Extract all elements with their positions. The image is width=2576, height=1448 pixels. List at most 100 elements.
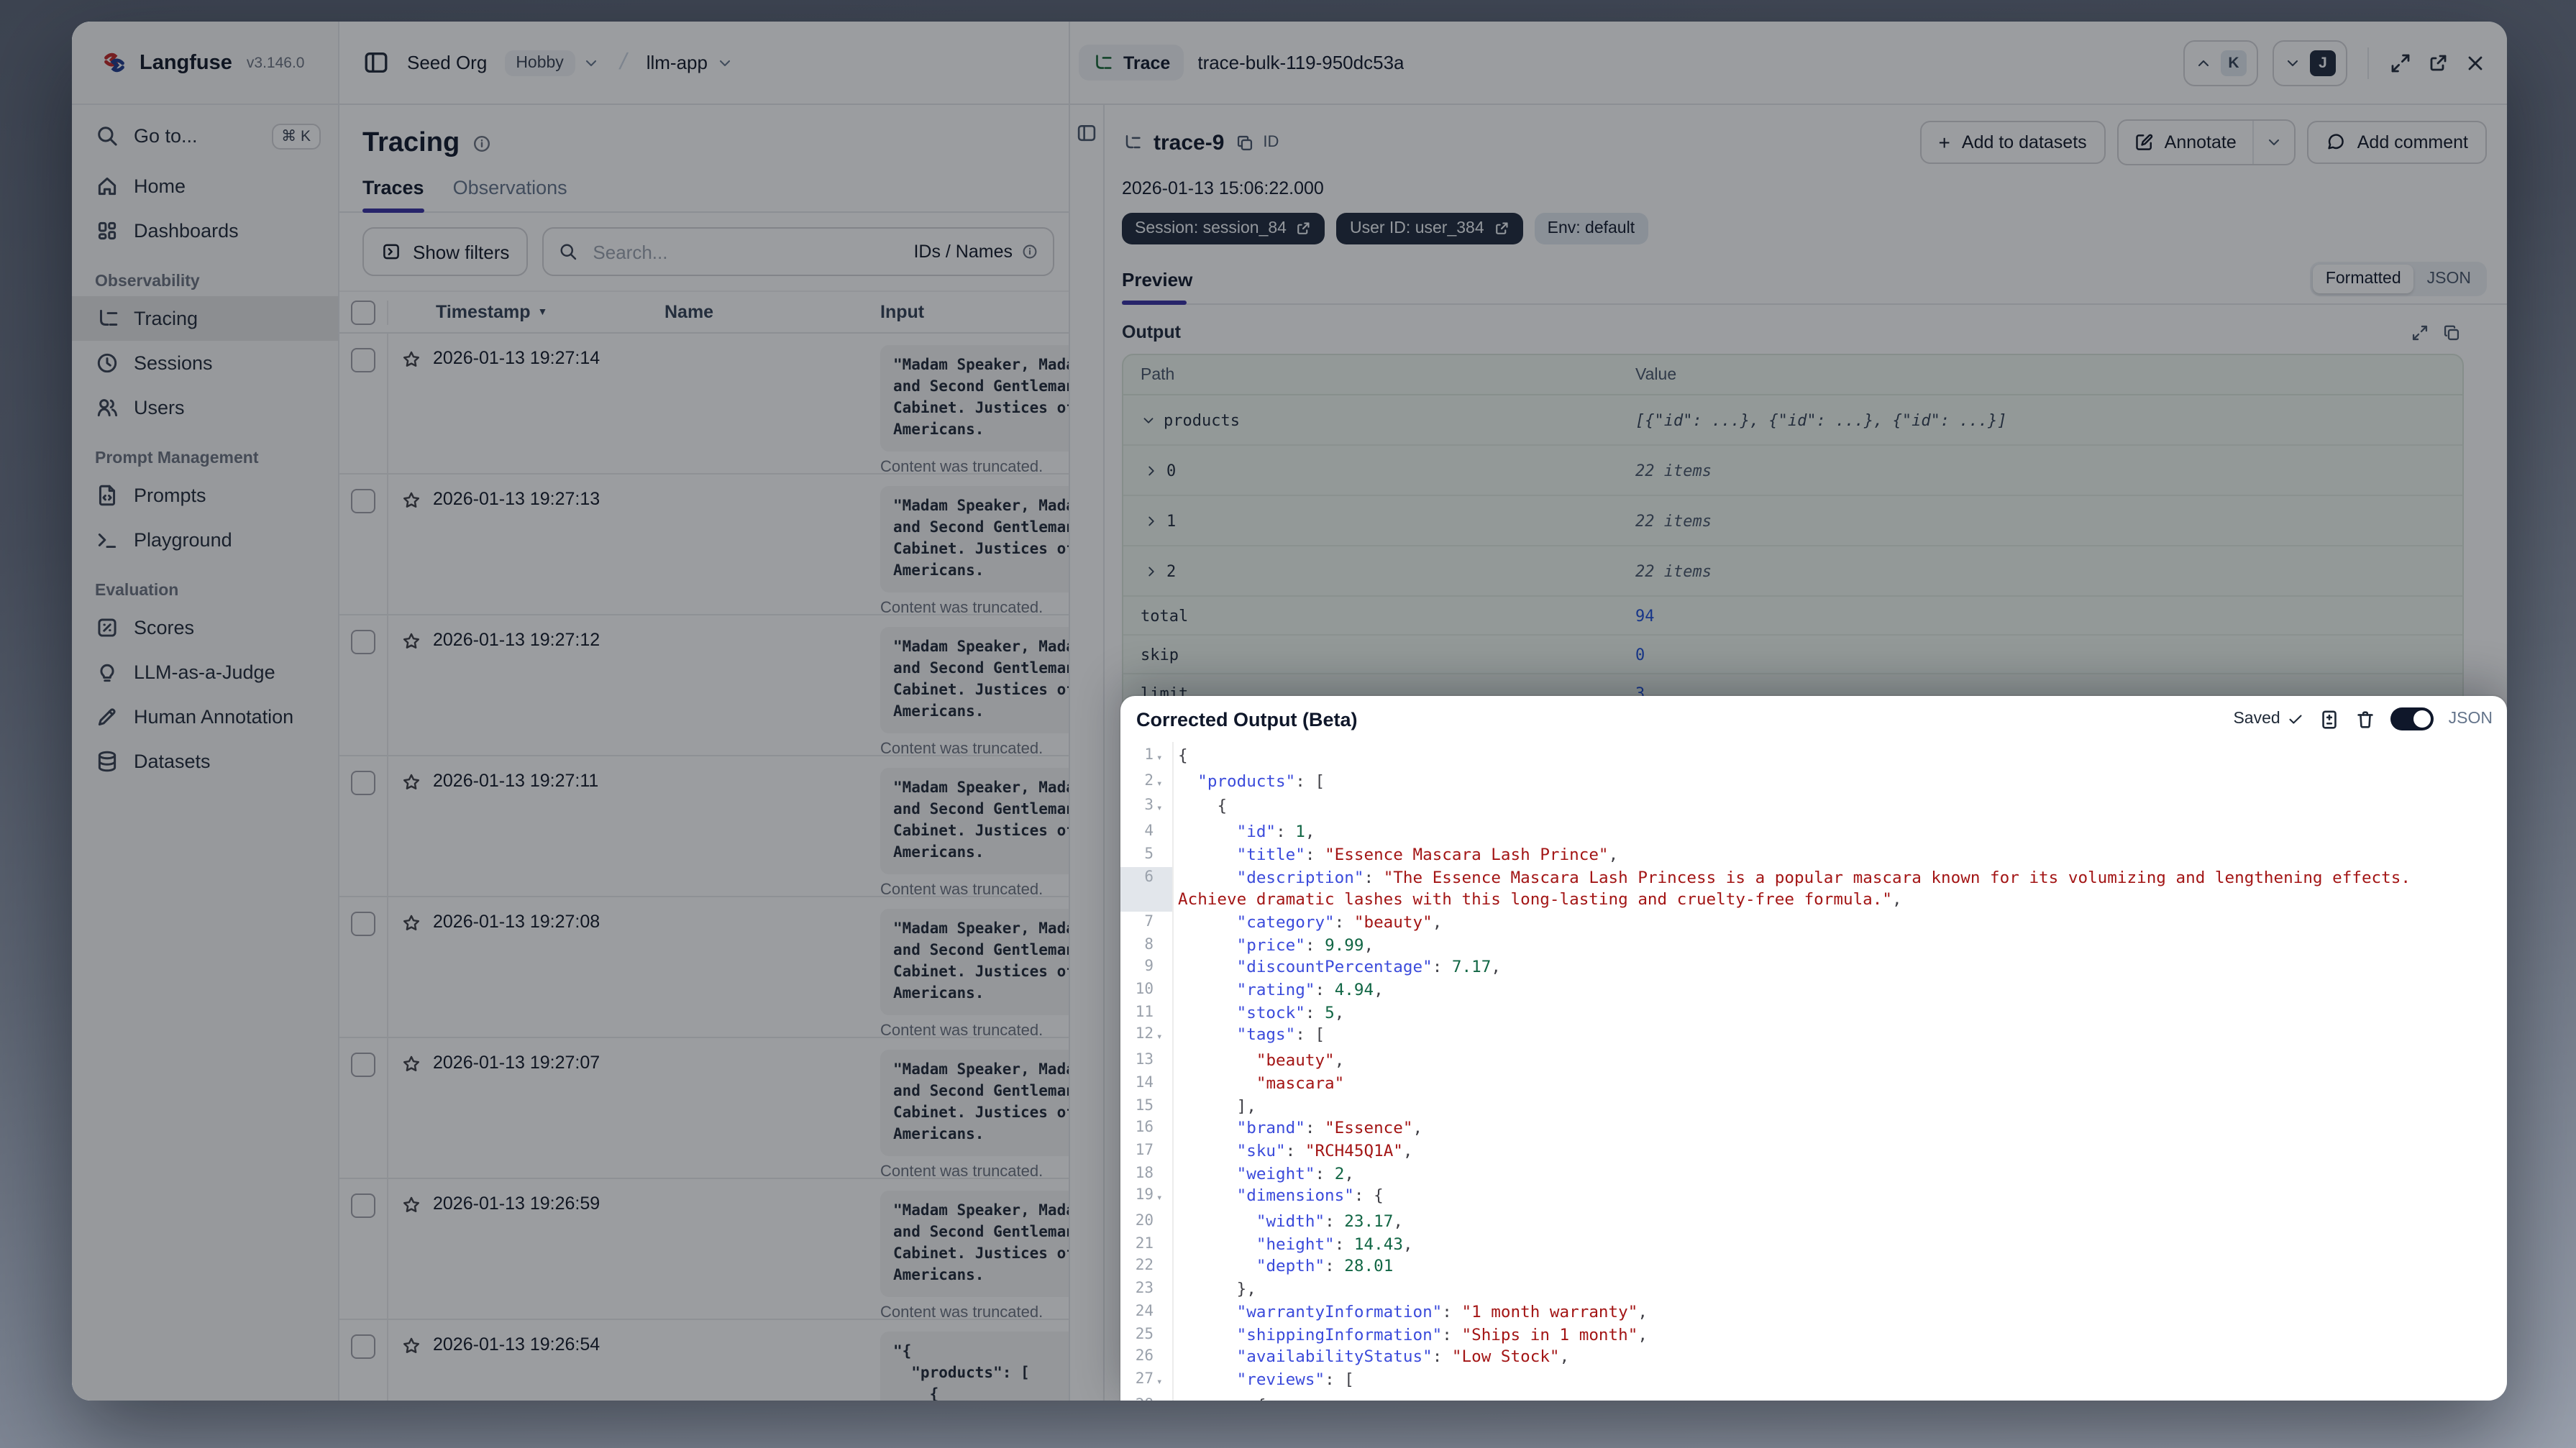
sidebar-item-tracing[interactable]: Tracing <box>72 296 338 341</box>
trash-icon[interactable] <box>2355 708 2377 730</box>
code-line-content: "title": "Essence Mascara Lash Prince", <box>1172 844 2507 866</box>
search-icon <box>95 124 119 148</box>
row-checkbox[interactable] <box>351 348 375 372</box>
sidebar-item-llm-as-a-judge[interactable]: LLM-as-a-Judge <box>72 650 338 695</box>
add-comment-button[interactable]: Add comment <box>2307 121 2487 164</box>
star-icon[interactable] <box>401 490 421 510</box>
sidebar-item-users[interactable]: Users <box>72 385 338 430</box>
table-row[interactable]: 2026-01-13 19:26:59 "Madam Speaker, Mada… <box>339 1179 1069 1320</box>
row-input: "Madam Speaker, Madam Vice President, ou… <box>876 475 1069 614</box>
output-row-products[interactable]: products [{"id": ...}, {"id": ...}, {"id… <box>1123 395 2462 446</box>
sidebar-item-home[interactable]: Home <box>72 164 338 209</box>
badge-session[interactable]: Session: session_84 <box>1122 213 1325 244</box>
output-row-total: total 94 <box>1123 597 2462 636</box>
sidebar-item-dashboards[interactable]: Dashboards <box>72 209 338 253</box>
row-checkbox[interactable] <box>351 1193 375 1218</box>
open-in-new-icon[interactable] <box>2426 51 2449 74</box>
star-icon[interactable] <box>401 772 421 792</box>
sidebar-item-prompts[interactable]: Prompts <box>72 473 338 518</box>
code-line: 17 "sku": "RCH45Q1A", <box>1120 1140 2507 1163</box>
table-row[interactable]: 2026-01-13 19:27:08 "Madam Speaker, Mada… <box>339 897 1069 1038</box>
fold-toggle-icon[interactable]: ▾ <box>1156 770 1172 795</box>
column-header-input[interactable]: Input <box>876 302 1069 322</box>
annotate-button[interactable]: Annotate <box>2119 121 2252 164</box>
fold-toggle-icon[interactable]: ▾ <box>1156 745 1172 770</box>
search-input[interactable] <box>590 239 902 264</box>
search-box: IDs / Names <box>542 227 1054 276</box>
output-row-1[interactable]: 1 22 items <box>1123 496 2462 546</box>
row-checkbox[interactable] <box>351 630 375 654</box>
add-to-datasets-button[interactable]: + Add to datasets <box>1920 121 2106 164</box>
tab-traces[interactable]: Traces <box>362 177 424 211</box>
star-icon[interactable] <box>401 1054 421 1074</box>
row-checkbox[interactable] <box>351 912 375 936</box>
select-all-checkbox[interactable] <box>351 300 375 324</box>
fold-toggle-icon[interactable]: ▾ <box>1156 1369 1172 1394</box>
table-row[interactable]: 2026-01-13 19:27:11 "Madam Speaker, Mada… <box>339 756 1069 897</box>
sidebar-item-human-annotation[interactable]: Human Annotation <box>72 695 338 739</box>
copy-icon[interactable] <box>2442 323 2461 342</box>
expand-icon[interactable] <box>2411 323 2429 342</box>
nav-previous-button[interactable]: K <box>2183 40 2258 86</box>
file-diff-icon[interactable] <box>2319 708 2341 730</box>
chevron-right-icon[interactable] <box>1143 513 1159 528</box>
sidebar-item-datasets[interactable]: Datasets <box>72 739 338 784</box>
output-row-skip: skip 0 <box>1123 636 2462 674</box>
info-icon[interactable] <box>471 134 491 154</box>
star-icon[interactable] <box>401 349 421 370</box>
panel-left-icon[interactable] <box>1076 122 1097 144</box>
code-line-content: { <box>1172 796 2507 821</box>
column-header-name[interactable]: Name <box>664 302 876 322</box>
close-icon[interactable] <box>2464 51 2487 74</box>
fold-toggle-icon[interactable]: ▾ <box>1156 1025 1172 1050</box>
toggle-sidebar-icon[interactable] <box>362 49 390 76</box>
expand-icon[interactable] <box>2389 51 2412 74</box>
table-row[interactable]: 2026-01-13 19:27:12 "Madam Speaker, Mada… <box>339 615 1069 756</box>
sidebar-item-playground[interactable]: Playground <box>72 518 338 562</box>
badge-user-id[interactable]: User ID: user_384 <box>1337 213 1523 244</box>
annotate-dropdown-button[interactable] <box>2252 121 2294 164</box>
star-icon[interactable] <box>401 631 421 651</box>
chevron-right-icon[interactable] <box>1143 462 1159 478</box>
output-value: 94 <box>1635 606 1655 625</box>
star-icon[interactable] <box>401 1195 421 1215</box>
copy-icon[interactable] <box>1236 133 1254 152</box>
table-row[interactable]: 2026-01-13 19:27:13 "Madam Speaker, Mada… <box>339 475 1069 615</box>
output-row-0[interactable]: 0 22 items <box>1123 446 2462 496</box>
output-heading: Output <box>1122 322 1181 342</box>
table-row[interactable]: 2026-01-13 19:26:54 "{ "products": [ { <box>339 1320 1069 1401</box>
fold-toggle-icon[interactable]: ▾ <box>1156 796 1172 821</box>
annotate-label: Annotate <box>2165 132 2237 152</box>
row-checkbox[interactable] <box>351 771 375 795</box>
row-checkbox[interactable] <box>351 1053 375 1077</box>
fold-toggle-icon[interactable]: ▾ <box>1156 1394 1172 1401</box>
sidebar-item-sessions[interactable]: Sessions <box>72 341 338 385</box>
row-checkbox[interactable] <box>351 489 375 513</box>
chevron-right-icon[interactable] <box>1143 563 1159 579</box>
format-option-formatted[interactable]: Formatted <box>2313 265 2414 293</box>
fold-toggle-icon[interactable]: ▾ <box>1156 1186 1172 1211</box>
breadcrumb-org[interactable]: Seed Org <box>407 52 487 73</box>
show-filters-button[interactable]: Show filters <box>362 227 528 276</box>
star-icon[interactable] <box>401 913 421 933</box>
format-option-json[interactable]: JSON <box>2414 265 2484 293</box>
sidebar-item-scores[interactable]: Scores <box>72 605 338 650</box>
nav-next-button[interactable]: J <box>2273 40 2347 86</box>
tab-preview[interactable]: Preview <box>1122 269 1192 303</box>
fold-spacer <box>1156 912 1172 934</box>
table-row[interactable]: 2026-01-13 19:27:07 "Madam Speaker, Mada… <box>339 1038 1069 1179</box>
tab-observations[interactable]: Observations <box>453 177 567 211</box>
search-scope[interactable]: IDs / Names <box>913 242 1038 262</box>
json-toggle[interactable] <box>2391 707 2434 730</box>
json-code-editor[interactable]: 1▾ { 2▾ "products": [ 3▾ { 4 "id": 1, 5 … <box>1120 742 2507 1401</box>
column-header-timestamp[interactable]: Timestamp▼ <box>388 302 664 322</box>
chevron-down-icon[interactable] <box>1141 412 1156 428</box>
output-row-2[interactable]: 2 22 items <box>1123 546 2462 597</box>
goto-search[interactable]: Go to... ⌘ K <box>72 114 338 158</box>
row-checkbox[interactable] <box>351 1334 375 1359</box>
project-switcher[interactable]: llm-app <box>647 52 734 73</box>
search-icon <box>558 242 578 262</box>
table-row[interactable]: 2026-01-13 19:27:14 "Madam Speaker, Mada… <box>339 334 1069 475</box>
star-icon[interactable] <box>401 1336 421 1356</box>
org-plan-switcher[interactable]: Hobby <box>504 50 600 75</box>
